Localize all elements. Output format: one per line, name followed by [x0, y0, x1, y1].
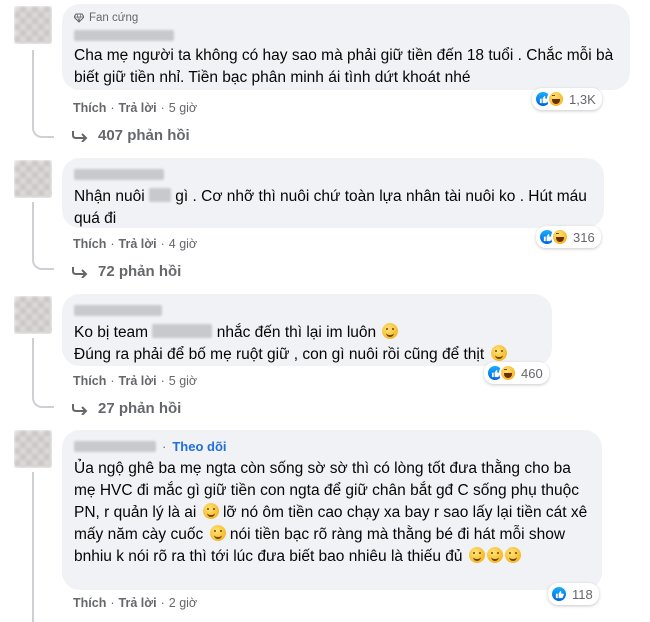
comment-text: Ko bị team nhắc đến thì lại im luôn Đúng… — [74, 322, 540, 366]
replies-count: 72 phản hồi — [98, 263, 182, 280]
reaction-count: 1,3K — [569, 91, 596, 107]
timestamp[interactable]: 5 giờ — [169, 374, 197, 388]
reply-arrow-icon — [72, 130, 88, 142]
top-fan-badge: Fan cứng — [74, 12, 618, 24]
comment-text-part: Ko bị team — [74, 324, 149, 341]
comment-line-1: Ko bị team nhắc đến thì lại im luôn — [74, 322, 540, 344]
thread-line — [32, 338, 34, 392]
badge-label: Fan cứng — [89, 12, 139, 24]
thread-line — [32, 202, 34, 254]
comment-text-part: Đúng ra phải để bố mẹ ruột giữ , con gì … — [74, 346, 485, 363]
timestamp[interactable]: 5 giờ — [169, 101, 197, 115]
reply-link[interactable]: Trả lời — [119, 101, 157, 115]
reaction-summary[interactable]: 316 — [536, 226, 601, 248]
reply-arrow-icon — [72, 403, 88, 415]
reaction-summary[interactable]: 1,3K — [532, 88, 602, 110]
thread-line — [32, 50, 34, 122]
commenter-name[interactable] — [74, 302, 540, 318]
comment-text-part: Nhận nuôi — [74, 188, 145, 205]
smiling-emoji-icon — [490, 345, 507, 361]
view-replies-link[interactable]: 27 phản hồi — [72, 400, 181, 417]
blushing-emoji-icon — [486, 547, 503, 563]
thread-connector — [32, 254, 54, 270]
reaction-summary[interactable]: 460 — [484, 362, 549, 384]
comment-bubble: · Theo dõi Ủa ngộ ghê ba mẹ ngta còn sốn… — [62, 430, 602, 590]
comment-bubble: Nhận nuôi gì . Cơ nhỡ thì nuôi chứ toàn … — [62, 158, 604, 228]
thread-line — [32, 472, 34, 622]
reply-link[interactable]: Trả lời — [119, 374, 157, 388]
redacted-text — [152, 324, 213, 338]
like-link[interactable]: Thích — [73, 101, 106, 115]
haha-reaction-icon — [547, 90, 565, 108]
comment-line-2: Đúng ra phải để bố mẹ ruột giữ , con gì … — [74, 344, 540, 366]
separator: · — [110, 596, 115, 610]
like-link[interactable]: Thích — [73, 374, 106, 388]
comment-actions: Thích · Trả lời · 2 giờ — [73, 596, 197, 610]
comment-actions: Thích · Trả lời · 5 giờ — [73, 374, 197, 388]
comment-actions: Thích · Trả lời · 5 giờ — [73, 101, 197, 115]
commenter-name-row: · Theo dõi — [74, 438, 590, 454]
comment-actions: Thích · Trả lời · 4 giờ — [73, 237, 197, 251]
avatar[interactable] — [14, 296, 52, 334]
redacted-text — [148, 188, 171, 202]
replies-count: 407 phản hồi — [98, 127, 190, 144]
rolling-eyes-emoji-icon — [202, 503, 219, 519]
reaction-count: 316 — [573, 229, 595, 245]
reaction-count: 460 — [521, 365, 543, 381]
reply-arrow-icon — [72, 266, 88, 278]
separator: · — [160, 237, 165, 251]
reaction-count: 118 — [572, 586, 593, 602]
reply-link[interactable]: Trả lời — [119, 237, 157, 251]
avatar[interactable] — [14, 6, 52, 44]
diamond-icon — [74, 13, 84, 23]
comment-bubble: Ko bị team nhắc đến thì lại im luôn Đúng… — [62, 294, 552, 366]
like-link[interactable]: Thích — [73, 237, 106, 251]
replies-count: 27 phản hồi — [98, 400, 182, 417]
avatar[interactable] — [14, 160, 52, 198]
thread-connector — [32, 392, 54, 408]
reply-link[interactable]: Trả lời — [119, 596, 157, 610]
laughing-emoji-icon — [382, 323, 399, 339]
comment-text-part: nhắc đến thì lại im luôn — [216, 324, 377, 341]
separator: · — [110, 237, 115, 251]
separator: · — [160, 374, 165, 388]
follow-link[interactable]: Theo dõi — [172, 439, 226, 454]
comment-bubble: Fan cứng Cha mẹ người ta không có hay sa… — [62, 4, 630, 90]
thread-connector — [32, 122, 54, 138]
separator: · — [160, 596, 165, 610]
comment-text: Cha mẹ người ta không có hay sao mà phải… — [74, 47, 614, 86]
blushing-emoji-icon — [468, 547, 485, 563]
view-replies-link[interactable]: 407 phản hồi — [72, 127, 190, 144]
like-link[interactable]: Thích — [73, 596, 106, 610]
commenter-name[interactable] — [74, 166, 592, 182]
separator: · — [110, 374, 115, 388]
separator: · — [160, 101, 165, 115]
haha-reaction-icon — [499, 364, 517, 382]
separator: · — [110, 101, 115, 115]
haha-reaction-icon — [551, 228, 569, 246]
separator: · — [162, 438, 167, 454]
like-reaction-icon — [550, 585, 568, 603]
avatar[interactable] — [14, 430, 52, 468]
timestamp[interactable]: 4 giờ — [169, 237, 197, 251]
comment-text: Nhận nuôi gì . Cơ nhỡ thì nuôi chứ toàn … — [74, 186, 592, 230]
reaction-summary[interactable]: 118 — [548, 583, 599, 605]
commenter-name[interactable] — [74, 27, 618, 43]
commenter-name[interactable] — [74, 440, 156, 452]
neutral-emoji-icon — [209, 525, 226, 541]
comment-text: Ủa ngộ ghê ba mẹ ngta còn sống sờ sờ thì… — [74, 458, 590, 568]
view-replies-link[interactable]: 72 phản hồi — [72, 263, 181, 280]
blushing-emoji-icon — [504, 547, 521, 563]
timestamp[interactable]: 2 giờ — [169, 596, 197, 610]
